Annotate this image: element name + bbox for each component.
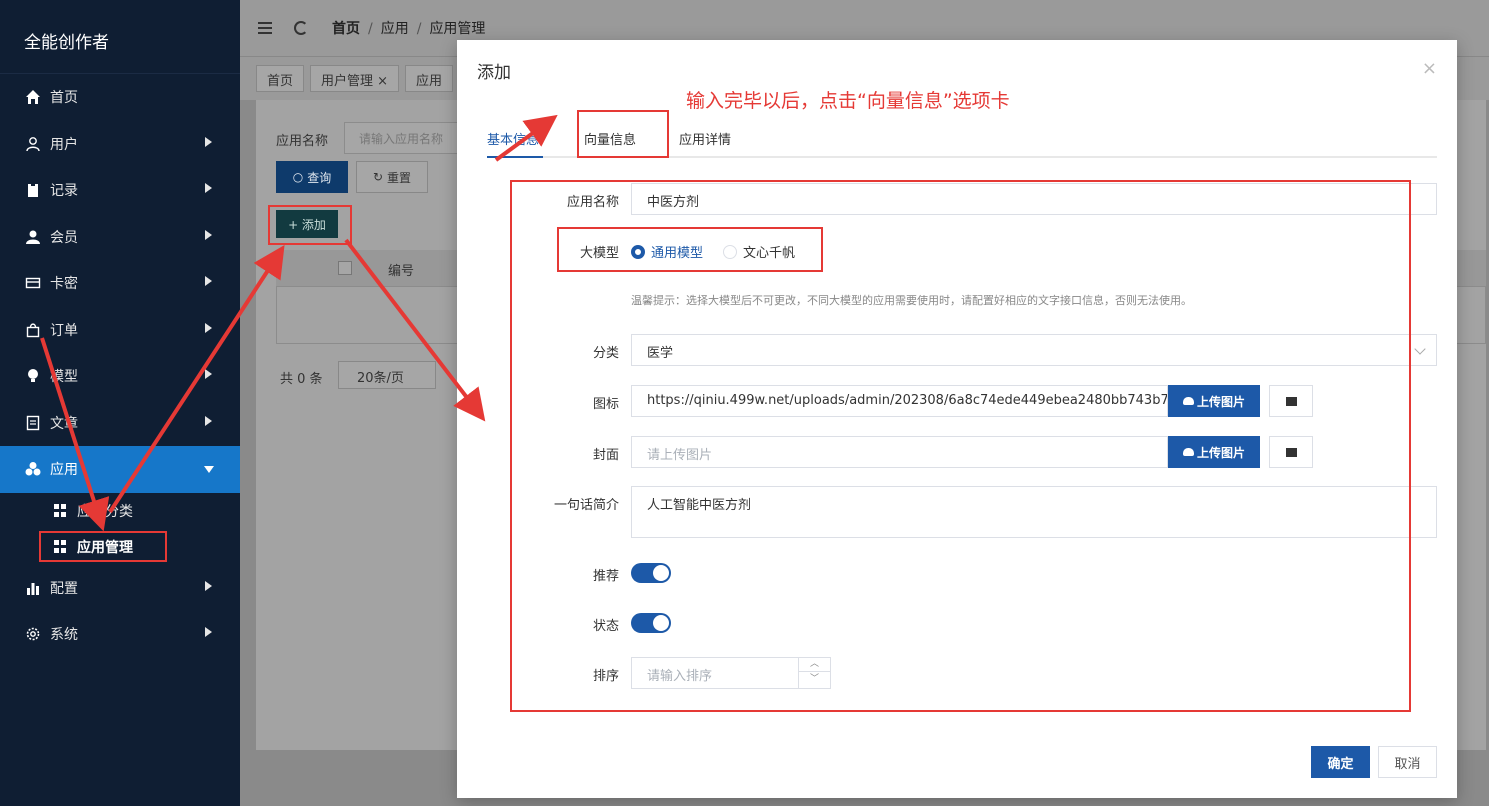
- sidebar-item-system[interactable]: 系统: [0, 611, 240, 658]
- chevron-right-icon: [205, 183, 212, 193]
- reset-button-label: 重置: [387, 170, 412, 185]
- reset-button[interactable]: ↻ 重置: [356, 161, 428, 193]
- confirm-button[interactable]: 确定: [1311, 746, 1370, 778]
- annotation-box-model: [557, 227, 823, 272]
- sidebar-item-label: 系统: [50, 627, 78, 644]
- pagination: 共 0 条 20条/页: [280, 361, 436, 389]
- filter-name-label: 应用名称: [276, 134, 329, 149]
- chevron-right-icon: [205, 276, 212, 286]
- card-icon: [24, 274, 42, 292]
- tab-basic-info[interactable]: 基本信息: [487, 129, 539, 148]
- annotation-box-app-manage: [39, 531, 167, 562]
- sidebar: 全能创作者 首页 用户 记录 会员 卡密 订单 模型 文章 应用 应用分类 应用…: [0, 0, 240, 806]
- chevron-right-icon: [205, 229, 212, 240]
- home-icon: [24, 88, 42, 106]
- sidebar-item-label: 会员: [50, 229, 78, 246]
- chevron-right-icon: [205, 415, 212, 426]
- sidebar-item-label: 首页: [50, 90, 78, 107]
- sidebar-item-members[interactable]: 会员: [0, 214, 240, 261]
- breadcrumb-manage: 应用管理: [429, 21, 486, 37]
- chart-icon: [24, 579, 42, 597]
- sidebar-item-models[interactable]: 模型: [0, 353, 240, 400]
- sidebar-item-cards[interactable]: 卡密: [0, 260, 240, 307]
- gear-icon: [24, 625, 42, 643]
- sidebar-item-label: 模型: [50, 369, 78, 386]
- breadcrumb-home[interactable]: 首页: [332, 21, 360, 37]
- sidebar-subitem-label: 应用分类: [77, 503, 133, 520]
- chevron-right-icon: [205, 136, 212, 147]
- sidebar-subitem-app-category[interactable]: 应用分类: [0, 493, 240, 529]
- active-tab-indicator: [487, 156, 543, 158]
- sidebar-item-home[interactable]: 首页: [0, 74, 240, 121]
- grid-icon: [54, 504, 67, 517]
- pagination-total: 共 0 条: [280, 372, 323, 387]
- sidebar-item-orders[interactable]: 订单: [0, 307, 240, 354]
- sidebar-item-label: 用户: [50, 136, 78, 153]
- user-icon: [24, 135, 42, 153]
- refresh-icon[interactable]: [294, 21, 308, 35]
- breadcrumb-app[interactable]: 应用: [381, 21, 409, 37]
- apps-icon: [24, 460, 42, 478]
- sidebar-item-users[interactable]: 用户: [0, 121, 240, 168]
- cancel-button[interactable]: 取消: [1378, 746, 1437, 778]
- refresh-icon: ↻: [372, 170, 384, 184]
- sidebar-item-label: 文章: [50, 415, 78, 432]
- chevron-right-icon: [205, 322, 212, 333]
- sidebar-item-label: 配置: [50, 580, 78, 597]
- sidebar-item-label: 记录: [50, 183, 78, 200]
- chevron-right-icon: [205, 580, 212, 591]
- annotation-box-add: [268, 205, 352, 245]
- page-size-select[interactable]: 20条/页: [338, 361, 436, 389]
- brand-title: 全能创作者: [0, 0, 240, 74]
- chevron-right-icon: [205, 369, 212, 379]
- member-icon: [24, 228, 42, 246]
- column-number: 编号: [388, 264, 415, 279]
- query-button-label: 查询: [307, 170, 332, 185]
- sidebar-item-label: 卡密: [50, 276, 78, 293]
- sidebar-item-records[interactable]: 记录: [0, 167, 240, 214]
- sidebar-item-config[interactable]: 配置: [0, 565, 240, 612]
- bulb-icon: [24, 367, 42, 385]
- chevron-down-icon: [1414, 343, 1426, 355]
- annotation-box-vector-tab: [577, 110, 669, 158]
- tab-app[interactable]: 应用: [405, 65, 454, 92]
- sidebar-item-label: 订单: [50, 322, 78, 339]
- select-all-checkbox[interactable]: [338, 261, 352, 275]
- menu-icon[interactable]: [258, 22, 272, 34]
- tab-app-detail[interactable]: 应用详情: [679, 129, 731, 148]
- chevron-down-icon: [204, 466, 214, 473]
- breadcrumb-separator: /: [368, 21, 373, 37]
- close-icon[interactable]: ×: [1422, 58, 1437, 79]
- annotation-instruction: 输入完毕以后，点击“向量信息”选项卡: [686, 90, 1010, 112]
- sidebar-item-label: 应用: [50, 462, 78, 479]
- sidebar-item-apps[interactable]: 应用: [0, 446, 240, 493]
- bag-icon: [24, 321, 42, 339]
- breadcrumb-separator: /: [416, 21, 422, 37]
- search-icon: ○: [292, 170, 304, 184]
- tab-home[interactable]: 首页: [256, 65, 305, 92]
- query-button[interactable]: ○ 查询: [276, 161, 348, 193]
- dialog-title: 添加: [477, 63, 511, 83]
- sidebar-item-articles[interactable]: 文章: [0, 400, 240, 447]
- filter-name-input[interactable]: 请输入应用名称: [344, 122, 464, 154]
- tab-user-manage[interactable]: 用户管理 ×: [310, 65, 400, 92]
- article-icon: [24, 414, 42, 432]
- breadcrumb: 首页 / 应用 / 应用管理: [332, 18, 485, 38]
- chevron-right-icon: [205, 627, 212, 637]
- clipboard-icon: [24, 181, 42, 199]
